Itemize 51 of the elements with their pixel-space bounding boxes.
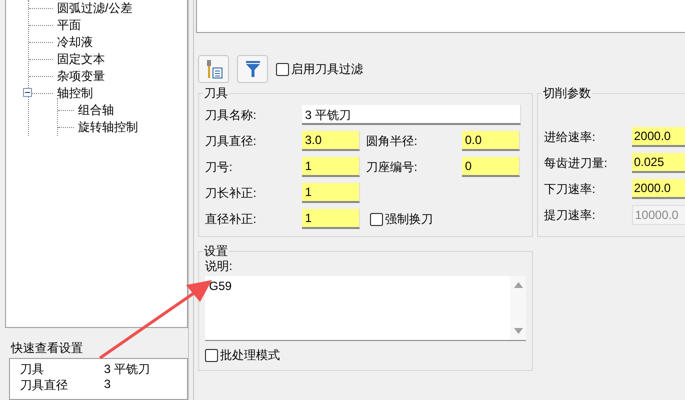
field-label: 进给速率: bbox=[544, 128, 596, 146]
scroll-down-icon[interactable] bbox=[514, 328, 522, 334]
tree-item[interactable]: 固定文本 bbox=[57, 51, 105, 68]
tree-item[interactable]: 圆弧过滤/公差 bbox=[57, 0, 132, 17]
input-field[interactable]: 0 bbox=[462, 157, 520, 177]
tree-item[interactable]: 旋转轴控制 bbox=[78, 119, 138, 136]
tree-item[interactable]: 平面 bbox=[57, 17, 81, 34]
scrollbar[interactable] bbox=[510, 276, 526, 340]
field-label: 刀座编号: bbox=[366, 158, 418, 176]
field-label: 直径补正: bbox=[205, 210, 258, 228]
field-label: 提刀速率: bbox=[544, 206, 596, 224]
tree-item[interactable]: 轴控制 bbox=[57, 85, 93, 102]
property-name: 刀具 bbox=[20, 361, 45, 377]
description-field[interactable]: G59 bbox=[205, 276, 526, 341]
quick-view-title: 快速查看设置 bbox=[10, 340, 84, 357]
field-label: 圆角半径: bbox=[366, 132, 418, 150]
field-label: 刀长补正: bbox=[205, 184, 258, 202]
field-label: 刀具直径: bbox=[205, 132, 258, 150]
tool-list-icon bbox=[204, 59, 222, 79]
property-value: 3 平铣刀 bbox=[104, 361, 150, 377]
input-field[interactable]: 1 bbox=[302, 157, 360, 177]
filter-button[interactable] bbox=[237, 55, 268, 83]
input-field[interactable]: 3.0 bbox=[302, 131, 360, 151]
tool-list-button[interactable] bbox=[198, 55, 229, 83]
property-name: 刀具直径 bbox=[20, 377, 69, 393]
group-title: 设置 bbox=[203, 243, 229, 260]
field-label: 刀号: bbox=[205, 158, 234, 176]
input-field[interactable]: 3 平铣刀 bbox=[302, 105, 521, 125]
input-field[interactable]: 1 bbox=[302, 183, 360, 203]
scroll-up-icon[interactable] bbox=[514, 282, 522, 288]
input-field: 10000.0 bbox=[632, 205, 685, 225]
input-field[interactable]: 0.025 bbox=[632, 153, 685, 173]
tree-item[interactable]: 杂项变量 bbox=[57, 68, 105, 85]
property-value: 3 bbox=[104, 377, 111, 393]
field-label: 每齿进刀量: bbox=[544, 154, 608, 172]
collapse-toggle-icon[interactable] bbox=[23, 88, 32, 97]
input-field[interactable]: 2000.0 bbox=[632, 179, 685, 199]
tree-item[interactable]: 组合轴 bbox=[78, 102, 114, 119]
field-label: 下刀速率: bbox=[544, 180, 596, 198]
input-field[interactable]: 2000.0 bbox=[632, 127, 685, 147]
group-title: 切削参数 bbox=[542, 85, 592, 102]
field-label: 刀具名称: bbox=[205, 106, 258, 124]
filter-icon bbox=[244, 60, 260, 78]
input-field[interactable]: 0.0 bbox=[462, 131, 520, 151]
filter-checkbox[interactable]: 启用刀具过滤 bbox=[276, 60, 363, 78]
input-field[interactable]: 1 bbox=[302, 209, 360, 229]
group-title: 刀具 bbox=[203, 85, 229, 102]
tree-item[interactable]: 冷却液 bbox=[57, 34, 93, 51]
batch-mode-checkbox[interactable]: 批处理模式 bbox=[205, 347, 526, 364]
checkbox[interactable]: 强制换刀 bbox=[370, 210, 433, 228]
field-label: 说明: bbox=[205, 258, 234, 275]
